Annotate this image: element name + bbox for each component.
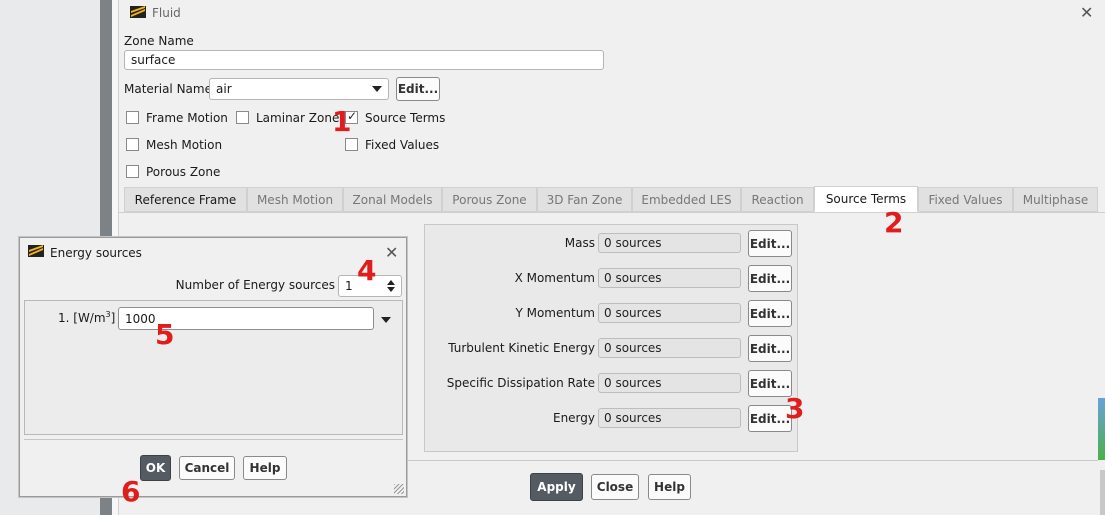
tab-reference-frame[interactable]: Reference Frame bbox=[124, 187, 247, 212]
annotation-5: 5 bbox=[155, 318, 175, 351]
tab-fixed-values[interactable]: Fixed Values bbox=[918, 187, 1013, 212]
source-value-y-momentum: 0 sources bbox=[598, 303, 741, 323]
source-terms-label: Source Terms bbox=[365, 111, 446, 125]
source-value-x-momentum: 0 sources bbox=[598, 268, 741, 288]
apply-button[interactable]: Apply bbox=[530, 473, 583, 501]
close-icon[interactable]: ✕ bbox=[1080, 5, 1093, 21]
source-label-x-momentum: X Momentum bbox=[514, 271, 595, 285]
source-value-mass: 0 sources bbox=[598, 233, 741, 253]
source-value-tke: 0 sources bbox=[598, 338, 741, 358]
chevron-down-icon bbox=[372, 86, 382, 92]
num-energy-sources-value: 1 bbox=[345, 279, 353, 293]
source-label-energy: Energy bbox=[552, 411, 595, 425]
zone-name-label: Zone Name bbox=[124, 34, 194, 48]
source-label-y-momentum: Y Momentum bbox=[515, 306, 595, 320]
annotation-1: 1 bbox=[332, 105, 352, 138]
mass-edit-button[interactable]: Edit... bbox=[748, 230, 792, 257]
source-value-energy: 0 sources bbox=[598, 408, 741, 428]
window-title: Fluid bbox=[152, 6, 181, 20]
spinner-arrows-icon[interactable] bbox=[387, 280, 395, 292]
energy-source-dropdown-icon[interactable] bbox=[381, 317, 391, 323]
source-value-sdr: 0 sources bbox=[598, 373, 741, 393]
laminar-zone-checkbox[interactable] bbox=[236, 111, 249, 124]
tab-reaction[interactable]: Reaction bbox=[741, 187, 814, 212]
energy-source-unit-label: 1. [W/m3] bbox=[58, 310, 116, 325]
fixed-values-label: Fixed Values bbox=[365, 138, 440, 152]
fluent-logo-icon bbox=[28, 245, 44, 260]
dialog-close-icon[interactable]: ✕ bbox=[385, 245, 398, 261]
num-energy-sources-label: Number of Energy sources bbox=[175, 278, 335, 292]
material-name-label: Material Name bbox=[124, 82, 212, 96]
tab-3d-fan-zone[interactable]: 3D Fan Zone bbox=[537, 187, 632, 212]
annotation-4: 4 bbox=[357, 254, 377, 287]
source-label-sdr: Specific Dissipation Rate bbox=[446, 376, 595, 390]
annotation-2: 2 bbox=[884, 206, 904, 239]
window-title-bar: Fluid bbox=[130, 4, 181, 22]
frame-motion-label: Frame Motion bbox=[146, 111, 228, 125]
dialog-help-button[interactable]: Help bbox=[243, 456, 287, 480]
y-momentum-edit-button[interactable]: Edit... bbox=[748, 300, 792, 327]
window-edge bbox=[1100, 470, 1105, 515]
source-label-mass: Mass bbox=[564, 236, 595, 250]
background-graphics-edge bbox=[1098, 398, 1105, 460]
close-button[interactable]: Close bbox=[591, 474, 639, 500]
tke-edit-button[interactable]: Edit... bbox=[748, 335, 792, 362]
zone-name-input[interactable]: surface bbox=[124, 50, 604, 70]
ok-button[interactable]: OK bbox=[140, 455, 171, 481]
dialog-divider bbox=[24, 439, 403, 440]
frame-motion-checkbox[interactable] bbox=[126, 111, 139, 124]
fluent-logo-icon bbox=[130, 5, 152, 21]
material-name-select[interactable]: air bbox=[209, 78, 389, 100]
tab-bar-divider bbox=[118, 212, 1105, 213]
mesh-motion-label: Mesh Motion bbox=[146, 138, 223, 152]
help-button[interactable]: Help bbox=[648, 474, 691, 500]
tab-mesh-motion[interactable]: Mesh Motion bbox=[247, 187, 343, 212]
fixed-values-checkbox[interactable] bbox=[345, 138, 358, 151]
porous-zone-checkbox[interactable] bbox=[126, 165, 139, 178]
energy-dialog-title: Energy sources bbox=[50, 245, 142, 260]
laminar-zone-label: Laminar Zone bbox=[256, 111, 340, 125]
source-label-tke: Turbulent Kinetic Energy bbox=[448, 341, 595, 355]
tab-porous-zone[interactable]: Porous Zone bbox=[442, 187, 537, 212]
energy-dialog-title-bar: Energy sources bbox=[28, 245, 142, 260]
annotation-6: 6 bbox=[121, 475, 141, 508]
tab-zonal-models[interactable]: Zonal Models bbox=[343, 187, 442, 212]
tab-multiphase[interactable]: Multiphase bbox=[1013, 187, 1098, 212]
material-edit-button[interactable]: Edit... bbox=[396, 77, 440, 101]
material-name-value: air bbox=[216, 82, 232, 96]
mesh-motion-checkbox[interactable] bbox=[126, 138, 139, 151]
resize-grip-icon[interactable] bbox=[394, 484, 404, 494]
annotation-3: 3 bbox=[785, 392, 805, 425]
cancel-button[interactable]: Cancel bbox=[179, 456, 235, 480]
x-momentum-edit-button[interactable]: Edit... bbox=[748, 265, 792, 292]
porous-zone-label: Porous Zone bbox=[146, 165, 221, 179]
tab-embedded-les[interactable]: Embedded LES bbox=[632, 187, 741, 212]
